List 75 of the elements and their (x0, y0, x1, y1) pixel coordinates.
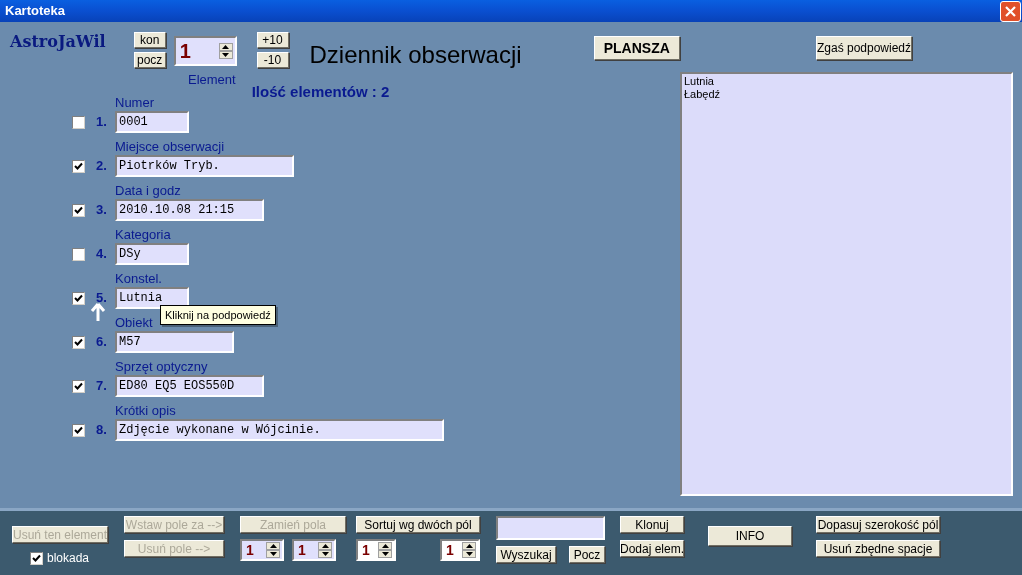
field-number: 7. (96, 377, 108, 396)
field-label: Data i godz (115, 184, 182, 198)
text-field[interactable]: Piotrków Tryb. (115, 155, 294, 177)
button[interactable]: Pocz (569, 546, 605, 563)
spin-value: 1 (361, 540, 371, 560)
tooltip: Kliknij na podpowiedź (160, 305, 276, 325)
spinner-label: Element (188, 71, 236, 89)
checkbox[interactable] (72, 115, 85, 129)
button[interactable]: kon (133, 32, 166, 48)
spin-down-icon[interactable] (318, 550, 332, 558)
spin-box[interactable]: 1 (173, 36, 237, 66)
spin-value: 1 (445, 540, 455, 560)
spin-box[interactable]: 1 (440, 539, 480, 561)
hint-list[interactable]: Lutnia Łabędź (680, 72, 1013, 496)
checkbox[interactable] (30, 551, 43, 565)
text-field[interactable]: Lutnia (115, 287, 189, 309)
field-number: 6. (96, 333, 108, 352)
button[interactable]: -10 (256, 52, 289, 68)
checkbox[interactable] (72, 379, 85, 393)
button[interactable]: pocz (133, 52, 166, 68)
close-icon (1005, 5, 1016, 17)
field-label: Konstel. (115, 272, 163, 286)
button[interactable]: Zgaś podpowiedź (816, 36, 912, 60)
spin-box[interactable]: 1 (292, 539, 336, 561)
text-field[interactable]: 2010.10.08 21:15 (115, 199, 264, 221)
field-number: 5. (96, 289, 108, 308)
spin-value: 1 (297, 540, 307, 560)
field-label: Kategoria (115, 228, 172, 242)
button[interactable]: +10 (256, 32, 289, 48)
button[interactable]: Dodaj elem. (620, 540, 684, 557)
list-item[interactable]: Łabędź (684, 88, 1011, 101)
text-field[interactable]: 0001 (115, 111, 189, 133)
checkbox-label: blokada (47, 550, 90, 567)
field-label: Krótki opis (115, 404, 177, 418)
text-field[interactable]: DSy (115, 243, 189, 265)
button[interactable]: Wyszukaj (496, 546, 556, 563)
spin-box[interactable]: 1 (356, 539, 396, 561)
field-number: 3. (96, 201, 108, 220)
text-field[interactable]: ED80 EQ5 EOS550D (115, 375, 264, 397)
button[interactable]: Usuń zbędne spacje (816, 540, 940, 557)
button[interactable]: INFO (708, 526, 792, 546)
form-title: Dziennik obserwacji (309, 40, 522, 70)
spin-down-icon[interactable] (462, 550, 476, 558)
count-label: Ilość elementów : 2 (251, 84, 390, 100)
spin-down-icon[interactable] (266, 550, 280, 558)
button[interactable]: Klonuj (620, 516, 684, 533)
button[interactable]: Sortuj wg dwóch pól (356, 516, 480, 533)
spin-down-icon[interactable] (218, 51, 233, 59)
spin-box[interactable]: 1 (240, 539, 284, 561)
field-number: 1. (96, 113, 108, 132)
checkbox[interactable] (72, 423, 85, 437)
text-field[interactable]: Zdjęcie wykonane w Wójcinie. (115, 419, 444, 441)
list-item[interactable]: Lutnia (684, 75, 1011, 88)
close-button[interactable] (1000, 0, 1021, 22)
field-label: Miejsce obserwacji (115, 140, 226, 154)
search-field[interactable] (496, 516, 605, 540)
button[interactable]: Dopasuj szerokość pól (816, 516, 940, 533)
checkbox[interactable] (72, 203, 85, 217)
field-number: 8. (96, 421, 108, 440)
app-logo: AstroJaWil (10, 31, 107, 53)
text-field[interactable]: M57 (115, 331, 234, 353)
spin-value: 1 (178, 39, 192, 64)
window-title: Kartoteka (4, 2, 66, 21)
cursor-icon (90, 303, 106, 321)
button[interactable]: PLANSZA (593, 36, 680, 60)
checkbox[interactable] (72, 291, 85, 305)
spin-value: 1 (245, 540, 255, 560)
field-label: Numer (115, 96, 155, 110)
checkbox[interactable] (72, 335, 85, 349)
checkbox[interactable] (72, 247, 85, 261)
spin-down-icon[interactable] (378, 550, 392, 558)
field-number: 4. (96, 245, 108, 264)
checkbox[interactable] (72, 159, 85, 173)
field-number: 2. (96, 157, 108, 176)
field-label: Sprzęt optyczny (115, 360, 209, 374)
